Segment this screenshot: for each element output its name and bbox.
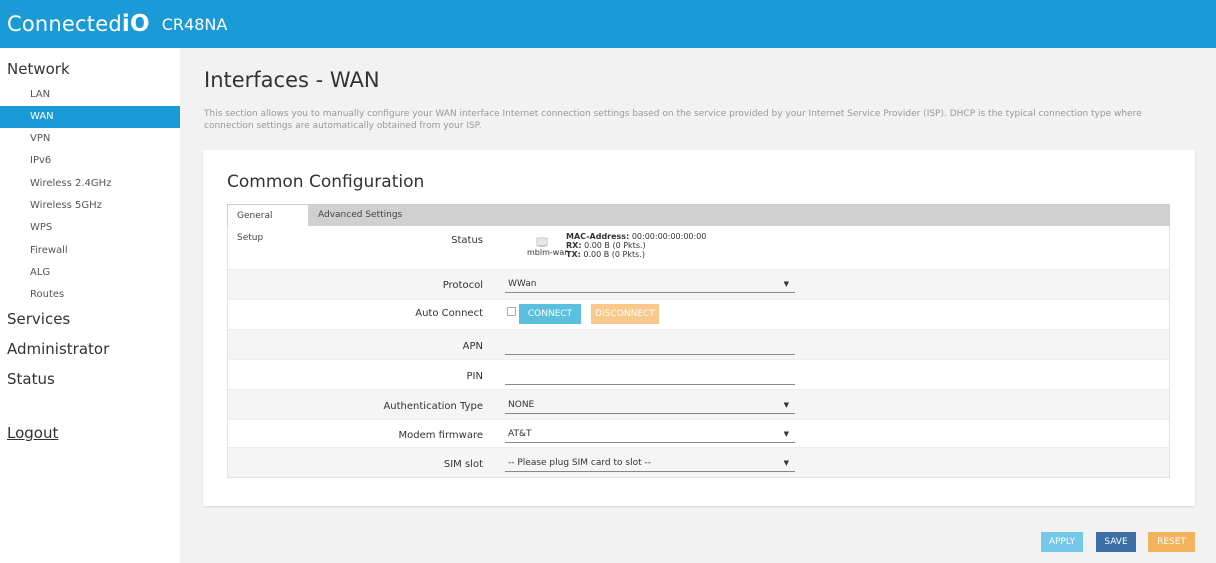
sidebar-item-wireless-24ghz[interactable]: Wireless 2.4GHz (0, 173, 180, 195)
device-model: CR48NA (161, 14, 228, 34)
sidebar-item-ipv6[interactable]: IPv6 (0, 150, 180, 172)
disconnect-button[interactable]: DISCONNECT (591, 304, 659, 324)
caret-down-icon: ▼ (783, 280, 789, 288)
auth-type-select[interactable]: NONE ▼ (505, 398, 795, 414)
status-info: MAC-Address: 00:00:00:00:00:00 RX: 0.00 … (566, 232, 706, 259)
sim-slot-select[interactable]: -- Please plug SIM card to slot -- ▼ (505, 456, 795, 472)
page-description: This section allows you to manually conf… (204, 109, 1142, 131)
modem-firmware-label: Modem firmware (398, 430, 484, 441)
tx-value: 0.00 B (0 Pkts.) (583, 250, 645, 259)
modem-firmware-select[interactable]: AT&T ▼ (505, 427, 795, 443)
form-row-auth-type: Authentication Type NONE ▼ (228, 389, 1169, 419)
caret-down-icon: ▼ (783, 430, 789, 438)
sidebar-item-vpn[interactable]: VPN (0, 128, 180, 150)
mac-value: 00:00:00:00:00:00 (631, 232, 707, 241)
status-interface-name: mblm-wan (527, 248, 570, 257)
status-label: Status (451, 235, 483, 246)
auth-type-label: Authentication Type (383, 401, 483, 412)
sidebar-section-administrator[interactable]: Administrator (7, 340, 109, 358)
sim-slot-value: -- Please plug SIM card to slot -- (508, 458, 651, 468)
modem-firmware-value: AT&T (508, 429, 532, 439)
page-title: Interfaces - WAN (204, 68, 380, 92)
sim-slot-label: SIM slot (443, 459, 483, 470)
tx-label: TX: (566, 250, 581, 259)
form-row-protocol: Protocol WWan ▼ (228, 269, 1169, 299)
rx-label: RX: (566, 241, 582, 250)
sidebar-section-services[interactable]: Services (7, 310, 70, 328)
auto-connect-checkbox[interactable] (507, 307, 516, 316)
sidebar-item-lan[interactable]: LAN (0, 84, 180, 106)
protocol-label: Protocol (442, 280, 483, 291)
protocol-select[interactable]: WWan ▼ (505, 277, 795, 293)
config-card: Common Configuration General Setup Advan… (203, 150, 1195, 506)
sidebar: Network LAN WAN VPN IPv6 Wireless 2.4GHz… (0, 48, 180, 563)
save-button[interactable]: SAVE (1096, 532, 1136, 552)
form-row-auto-connect: Auto Connect CONNECT DISCONNECT (228, 299, 1169, 329)
form-row-modem-firmware: Modem firmware AT&T ▼ (228, 419, 1169, 447)
form-row-apn: APN (228, 329, 1169, 359)
form-row-pin: PIN (228, 359, 1169, 389)
apn-input[interactable] (505, 339, 795, 355)
sidebar-item-alg[interactable]: ALG (0, 262, 180, 284)
pin-input[interactable] (505, 369, 795, 385)
apn-label: APN (462, 341, 483, 352)
card-title: Common Configuration (227, 172, 425, 192)
logout-link[interactable]: Logout (7, 424, 58, 442)
apply-button[interactable]: APPLY (1041, 532, 1083, 552)
sidebar-item-wireless-5ghz[interactable]: Wireless 5GHz (0, 195, 180, 217)
reset-button[interactable]: RESET (1148, 532, 1195, 552)
auth-type-value: NONE (508, 400, 535, 410)
mac-label: MAC-Address: (566, 232, 630, 241)
tab-bar: General Setup Advanced Settings (227, 204, 1170, 243)
connect-button[interactable]: CONNECT (519, 304, 581, 324)
brand-logo[interactable]: ConnectediO (7, 11, 150, 37)
top-bar: ConnectediO CR48NA (0, 0, 1216, 48)
sidebar-item-wps[interactable]: WPS (0, 217, 180, 239)
network-interface-icon (536, 237, 548, 247)
caret-down-icon: ▼ (783, 459, 789, 467)
sidebar-section-status[interactable]: Status (7, 370, 55, 388)
form-row-status: Status mblm-wan MAC-Address: 00:00:00:00… (228, 226, 1169, 269)
tab-advanced-settings[interactable]: Advanced Settings (309, 204, 411, 226)
brand-light-text: Connected (7, 12, 122, 36)
sidebar-item-wan[interactable]: WAN (0, 106, 180, 128)
auto-connect-label: Auto Connect (415, 308, 483, 319)
caret-down-icon: ▼ (783, 401, 789, 409)
sidebar-item-firewall[interactable]: Firewall (0, 240, 180, 262)
form-table: Status mblm-wan MAC-Address: 00:00:00:00… (227, 226, 1170, 478)
form-row-sim-slot: SIM slot -- Please plug SIM card to slot… (228, 447, 1169, 477)
brand-bold-text: iO (121, 11, 150, 37)
rx-value: 0.00 B (0 Pkts.) (584, 241, 646, 250)
tab-general-setup[interactable]: General Setup (227, 204, 309, 243)
sidebar-section-network[interactable]: Network (7, 60, 70, 78)
protocol-value: WWan (508, 279, 537, 289)
sidebar-item-routes[interactable]: Routes (0, 284, 180, 306)
pin-label: PIN (466, 371, 483, 382)
